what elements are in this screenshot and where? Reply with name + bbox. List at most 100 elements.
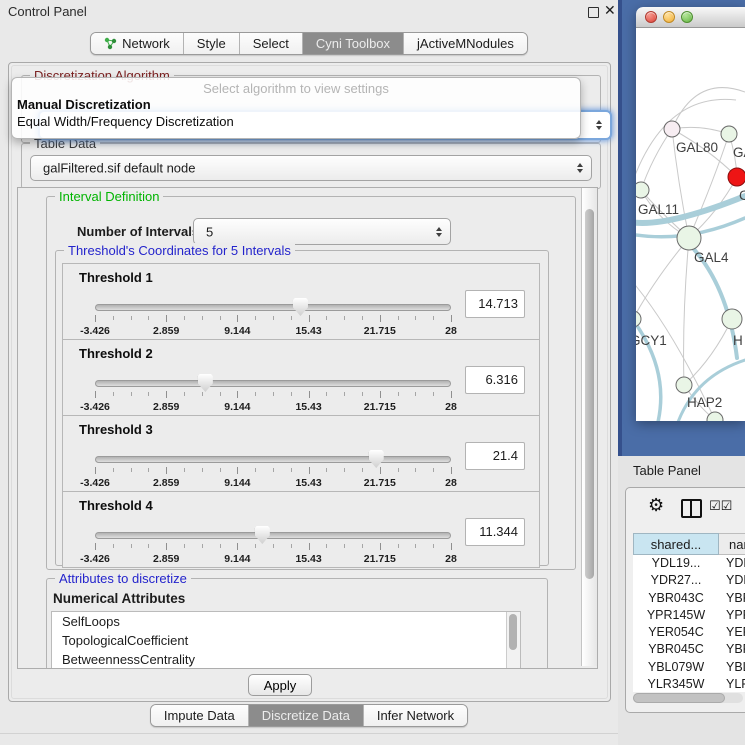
settings-scrollbar-thumb[interactable] [585,209,594,579]
table-scrollbar-thumb[interactable] [633,693,725,703]
tab-infer-network[interactable]: Infer Network [364,705,467,726]
node-hap2[interactable] [676,377,692,393]
tab-cyni-toolbox[interactable]: Cyni Toolbox [303,33,404,54]
threshold-4-slider[interactable]: -3.4262.8599.14415.4321.71528 [95,492,451,567]
network-window-titlebar[interactable] [636,7,745,28]
settings-vertical-scrollbar[interactable] [581,188,597,666]
close-traffic-light-icon[interactable] [645,11,657,23]
slider-ticks [95,543,451,551]
number-of-intervals-label: Number of Intervals [77,224,199,239]
table-row[interactable]: YBR045CYBR0 [633,641,745,658]
group-title-interval-definition: Interval Definition [55,189,163,204]
table-row[interactable]: YPR145WYPR1 [633,607,745,624]
combo-stepper-icon [436,227,442,237]
column-header-name[interactable]: name [719,533,745,555]
node-gal4[interactable] [677,226,701,250]
threshold-2-value[interactable]: 6.316 [465,366,525,394]
algorithm-option-manual-discretization[interactable]: Manual Discretization [12,96,580,113]
cell-shared-name: YER054C [633,624,719,641]
column-header-shared-name[interactable]: shared... [633,533,719,555]
table-horizontal-scrollbar[interactable] [633,693,743,703]
node-h[interactable] [722,309,742,329]
attribute-item-betweennesscentrality[interactable]: BetweennessCentrality [52,650,520,669]
tab-jactivemnodules[interactable]: jActiveMNodules [404,33,527,54]
algorithm-option-equal-width-frequency-discretization[interactable]: Equal Width/Frequency Discretization [12,113,580,130]
threshold-3-slider[interactable]: -3.4262.8599.14415.4321.71528 [95,416,451,491]
node-label-h: H [733,333,743,348]
table-row[interactable]: YER054CYER0 [633,624,745,641]
slider-track[interactable] [95,532,451,539]
network-edge [636,238,689,319]
settings-gear-icon[interactable]: ⚙ [648,495,664,516]
close-icon[interactable]: ✕ [604,2,616,19]
threshold-3-value[interactable]: 21.4 [465,442,525,470]
apply-button[interactable]: Apply [248,674,312,696]
tab-impute-data[interactable]: Impute Data [151,705,249,726]
table-row[interactable]: YBL079WYBL0 [633,659,745,676]
threshold-2-slider[interactable]: -3.4262.8599.14415.4321.71528 [95,340,451,415]
tick-label: 9.144 [224,477,250,489]
threshold-1-handle[interactable] [293,298,308,316]
zoom-traffic-light-icon[interactable] [681,11,693,23]
attributes-scrollbar[interactable] [506,612,520,669]
slider-tick-labels: -3.4262.8599.14415.4321.71528 [95,401,451,413]
group-title-thresholds: Threshold's Coordinates for 5 Intervals [64,243,295,258]
attribute-item-topologicalcoefficient[interactable]: TopologicalCoefficient [52,631,520,650]
threshold-4-value[interactable]: 11.344 [465,518,525,546]
attributes-listbox[interactable]: SelfLoopsTopologicalCoefficientBetweenne… [51,611,521,669]
attributes-group: Attributes to discretize Numerical Attri… [46,578,548,669]
threshold-3-box: Threshold 3-3.4262.8599.14415.4321.71528… [62,415,540,492]
tick-label: 9.144 [224,553,250,565]
attributes-items: SelfLoopsTopologicalCoefficientBetweenne… [52,612,520,669]
numerical-attributes-heading: Numerical Attributes [53,591,185,606]
slider-track[interactable] [95,380,451,387]
tick-label: -3.426 [80,553,110,565]
table-data-combo[interactable]: galFiltered.sif default node [30,155,592,181]
table-row[interactable]: YBR043CYBR0 [633,590,745,607]
tick-label: 21.715 [364,553,396,565]
threshold-1-value[interactable]: 14.713 [465,290,525,318]
tab-discretize-data[interactable]: Discretize Data [249,705,364,726]
threshold-list: Threshold 1-3.4262.8599.14415.4321.71528… [62,264,540,568]
network-edge [641,129,672,190]
node-gal80[interactable] [664,121,680,137]
slider-track[interactable] [95,304,451,311]
attribute-item-selfloops[interactable]: SelfLoops [52,612,520,631]
tab-label: Impute Data [164,708,235,723]
select-columns-icon[interactable]: ☑☑ [709,499,732,514]
interval-definition-group: Interval Definition Number of Intervals … [46,196,576,570]
node-gal11[interactable] [636,182,649,198]
combo-placeholder-text: Select algorithm to view settings [12,78,580,96]
tab-network[interactable]: Network [91,33,184,54]
combo-stepper-icon [596,120,602,130]
float-panel-icon[interactable] [588,7,599,18]
settings-scroll-area: Interval Definition Number of Intervals … [17,187,598,669]
slider-track[interactable] [95,456,451,463]
cell-shared-name: YDR27... [633,572,719,589]
node-gcy1[interactable] [636,311,641,327]
minimize-traffic-light-icon[interactable] [663,11,675,23]
app-root: Control Panel ✕ NetworkStyleSelectCyni T… [0,0,745,745]
threshold-3-handle[interactable] [369,450,384,468]
bottom-tabbar: Impute Data Discretize DataInfer Network [0,704,618,727]
table-row[interactable]: YLR345WYLR3 [633,676,745,692]
node-selected-red[interactable] [728,168,745,186]
desktop-edge [618,0,622,456]
node-gal[interactable] [721,126,737,142]
number-of-intervals-combo[interactable]: 5 [193,218,451,245]
tab-style[interactable]: Style [184,33,240,54]
cell-shared-name: YBR045C [633,641,719,658]
network-canvas[interactable]: GAL80GALCGAL11GAL4GCY1HHAP2 [636,28,745,421]
column-layout-icon[interactable] [681,499,702,518]
table-header-row: shared... name [633,533,745,555]
tab-select[interactable]: Select [240,33,303,54]
node-label-gcy1: GCY1 [636,333,667,348]
threshold-4-handle[interactable] [255,526,270,544]
node-bottom[interactable] [707,412,723,421]
attributes-scrollbar-thumb[interactable] [509,614,517,650]
tick-label: 9.144 [224,401,250,413]
threshold-1-slider[interactable]: -3.4262.8599.14415.4321.71528 [95,264,451,339]
threshold-2-handle[interactable] [198,374,213,392]
table-row[interactable]: YDL19...YDL1 [633,555,745,572]
table-row[interactable]: YDR27...YDR2 [633,572,745,589]
